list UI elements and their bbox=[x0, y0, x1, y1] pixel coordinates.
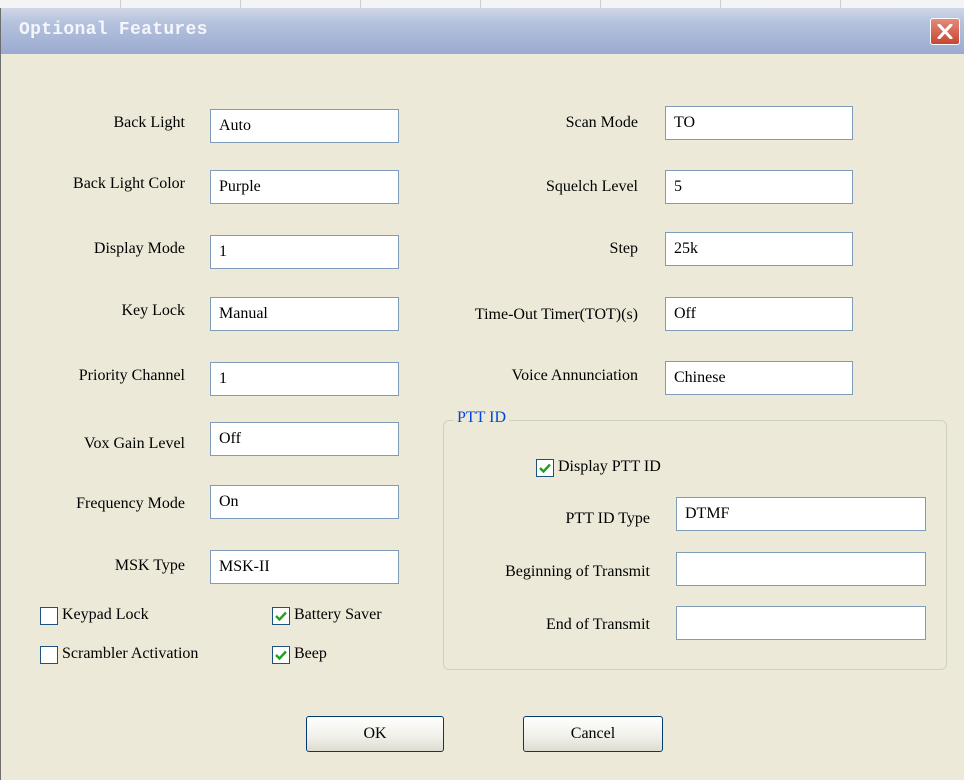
scan-mode-field[interactable]: TO bbox=[665, 106, 853, 140]
end-of-transmit-label: End of Transmit bbox=[545, 616, 650, 633]
beginning-of-transmit-field[interactable] bbox=[676, 552, 926, 586]
beginning-of-transmit-label: Beginning of Transmit bbox=[505, 563, 650, 580]
tot-field[interactable]: Off bbox=[665, 297, 853, 331]
checkmark-icon bbox=[275, 650, 287, 661]
close-icon bbox=[937, 24, 953, 39]
voice-annunciation-label: Voice Annunciation bbox=[511, 367, 638, 384]
display-mode-label: Display Mode bbox=[93, 240, 185, 257]
ok-button[interactable]: OK bbox=[306, 716, 444, 752]
scan-mode-label: Scan Mode bbox=[565, 114, 638, 131]
frequency-mode-label: Frequency Mode bbox=[76, 495, 185, 512]
priority-channel-field[interactable]: 1 bbox=[210, 362, 399, 396]
frequency-mode-field[interactable]: On bbox=[210, 485, 399, 519]
battery-saver-label[interactable]: Battery Saver bbox=[294, 606, 382, 624]
msk-type-field[interactable]: MSK-II bbox=[210, 550, 399, 584]
beep-checkbox[interactable] bbox=[272, 646, 290, 664]
ptt-id-type-field[interactable]: DTMF bbox=[676, 497, 926, 531]
scrambler-activation-label[interactable]: Scrambler Activation bbox=[62, 645, 198, 663]
display-ptt-id-checkbox[interactable] bbox=[536, 459, 554, 477]
step-field[interactable]: 25k bbox=[665, 232, 853, 266]
voice-annunciation-field[interactable]: Chinese bbox=[665, 361, 853, 395]
dialog-title: Optional Features bbox=[19, 20, 208, 40]
background-window-strip bbox=[0, 0, 964, 8]
checkmark-icon bbox=[539, 463, 551, 474]
step-label: Step bbox=[609, 240, 638, 257]
squelch-level-field[interactable]: 5 bbox=[665, 170, 853, 204]
ptt-id-type-label: PTT ID Type bbox=[565, 510, 650, 527]
back-light-color-label: Back Light Color bbox=[73, 175, 185, 192]
msk-type-label: MSK Type bbox=[114, 557, 185, 574]
tot-label: Time-Out Timer(TOT)(s) bbox=[474, 306, 638, 323]
priority-channel-label: Priority Channel bbox=[78, 367, 185, 384]
squelch-level-label: Squelch Level bbox=[546, 178, 638, 195]
back-light-label: Back Light bbox=[113, 114, 185, 131]
checkmark-icon bbox=[275, 611, 287, 622]
title-bar[interactable]: Optional Features bbox=[1, 8, 964, 54]
dialog-content: Back Light Auto Back Light Color Purple … bbox=[1, 54, 964, 780]
end-of-transmit-field[interactable] bbox=[676, 606, 926, 640]
beep-label[interactable]: Beep bbox=[294, 645, 327, 663]
optional-features-dialog: Optional Features Back Light Auto Back L… bbox=[0, 8, 964, 780]
back-light-field[interactable]: Auto bbox=[210, 109, 399, 143]
back-light-color-field[interactable]: Purple bbox=[210, 170, 399, 204]
vox-gain-level-field[interactable]: Off bbox=[210, 422, 399, 456]
battery-saver-checkbox[interactable] bbox=[272, 607, 290, 625]
cancel-button[interactable]: Cancel bbox=[523, 716, 663, 752]
keypad-lock-checkbox[interactable] bbox=[40, 607, 58, 625]
keypad-lock-label[interactable]: Keypad Lock bbox=[62, 606, 149, 624]
vox-gain-level-label: Vox Gain Level bbox=[83, 435, 185, 452]
key-lock-label: Key Lock bbox=[121, 302, 185, 319]
scrambler-activation-checkbox[interactable] bbox=[40, 646, 58, 664]
ptt-id-group-label: PTT ID bbox=[454, 409, 510, 427]
display-ptt-id-label[interactable]: Display PTT ID bbox=[558, 458, 661, 476]
display-mode-field[interactable]: 1 bbox=[210, 235, 399, 269]
key-lock-field[interactable]: Manual bbox=[210, 297, 399, 331]
close-button[interactable] bbox=[930, 18, 960, 45]
